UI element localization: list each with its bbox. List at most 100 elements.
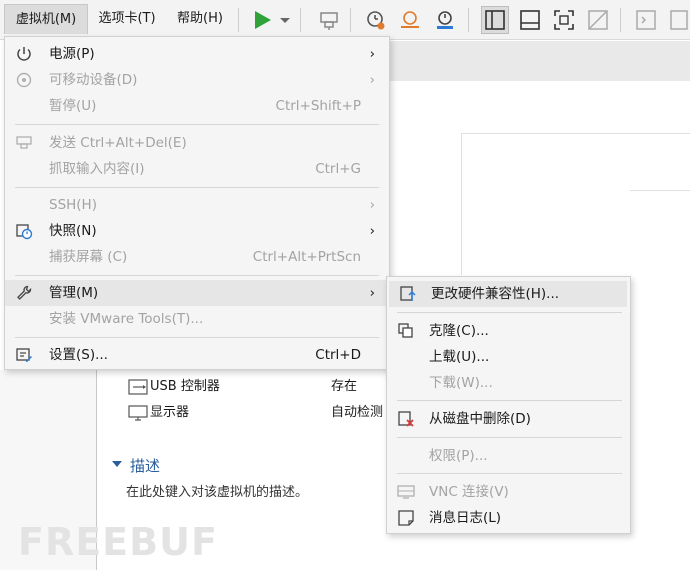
menu-item-label: 设置(S)... <box>49 347 108 363</box>
menu-item-label: 下载(W)... <box>429 375 493 391</box>
menu-item-manage[interactable]: 管理(M) › <box>5 280 389 306</box>
panel-divider <box>461 133 462 275</box>
menu-separator <box>397 312 622 313</box>
menu-item-label: 上载(U)... <box>429 349 490 365</box>
menu-item-label: 发送 Ctrl+Alt+Del(E) <box>49 135 187 151</box>
dropdown-arrow-icon[interactable] <box>278 8 292 32</box>
fullscreen-icon[interactable] <box>552 8 576 32</box>
settings-icon <box>16 348 32 362</box>
menu-item-shortcut: Ctrl+D <box>315 347 361 363</box>
submenu-arrow-icon: › <box>369 46 375 62</box>
send-keys-icon[interactable] <box>317 8 341 32</box>
toolbar-separator <box>350 8 351 32</box>
collapse-arrow-icon[interactable] <box>112 461 122 467</box>
wrench-icon <box>17 285 32 300</box>
watermark: FREEBUF <box>18 520 218 564</box>
menu-item-capture-screen[interactable]: 捕获屏幕 (C) Ctrl+Alt+PrtScn <box>5 244 389 270</box>
tab-strip <box>388 41 690 81</box>
revert-snapshot-icon[interactable] <box>398 8 422 32</box>
menu-item-label: 管理(M) <box>49 285 99 301</box>
toolbar-separator <box>620 8 621 32</box>
menu-item-shortcut: Ctrl+Shift+P <box>275 98 361 114</box>
vm-menu: 电源(P) › 可移动设备(D) › 暂停(U) Ctrl+Shift+P 发送… <box>4 36 390 370</box>
menu-item-label: 更改硬件兼容性(H)... <box>431 286 560 302</box>
menu-separator <box>15 124 379 125</box>
menu-item-send-ctrl-alt-del[interactable]: 发送 Ctrl+Alt+Del(E) <box>5 130 389 156</box>
menu-item-removable-devices[interactable]: 可移动设备(D) › <box>5 67 389 93</box>
menu-item-label: 权限(P)... <box>429 448 488 464</box>
menu-separator <box>397 400 622 401</box>
menu-item-power[interactable]: 电源(P) › <box>5 41 389 67</box>
menu-separator <box>15 337 379 338</box>
panel-divider <box>630 190 690 191</box>
menu-item-label: 可移动设备(D) <box>49 72 138 88</box>
description-placeholder[interactable]: 在此处键入对该虚拟机的描述。 <box>126 481 308 500</box>
menu-item-upload[interactable]: 上载(U)... <box>387 344 630 370</box>
menu-item-label: SSH(H) <box>49 197 97 213</box>
menu-tabs[interactable]: 选项卡(T) <box>91 4 163 34</box>
snapshot-icon[interactable] <box>363 8 387 32</box>
menu-separator <box>397 437 622 438</box>
monitor-icon <box>128 405 148 421</box>
menu-item-label: 暂停(U) <box>49 98 97 114</box>
description-title[interactable]: 描述 <box>130 455 160 476</box>
menu-item-label: 安装 VMware Tools(T)... <box>49 311 204 327</box>
menu-item-permissions[interactable]: 权限(P)... <box>387 443 630 469</box>
message-log-icon <box>398 510 414 526</box>
menu-item-label: 消息日志(L) <box>429 510 502 526</box>
menu-item-label: 电源(P) <box>49 46 95 62</box>
menu-vm[interactable]: 虚拟机(M) <box>4 4 88 34</box>
menu-separator <box>15 187 379 188</box>
panel-divider <box>461 133 690 134</box>
menu-item-ssh[interactable]: SSH(H) › <box>5 192 389 218</box>
thumbnail-icon[interactable] <box>668 8 690 32</box>
hardware-name: USB 控制器 <box>150 379 220 394</box>
send-keys-icon <box>16 136 32 149</box>
usb-icon <box>128 379 148 395</box>
menu-item-message-log[interactable]: 消息日志(L) <box>387 505 630 531</box>
hardware-value: 自动检测 <box>331 405 384 420</box>
hardware-compat-icon <box>400 286 416 301</box>
snapshot-icon <box>16 224 33 240</box>
menu-separator <box>15 275 379 276</box>
clone-icon <box>398 323 413 338</box>
manage-submenu: 更改硬件兼容性(H)... 克隆(C)... 上载(U)... 下载(W)...… <box>386 276 631 534</box>
menu-help[interactable]: 帮助(H) <box>169 4 231 34</box>
console-view-icon[interactable] <box>518 8 542 32</box>
manage-snapshot-icon[interactable] <box>433 8 457 32</box>
terminal-icon[interactable] <box>634 8 658 32</box>
menu-item-install-vmware-tools[interactable]: 安装 VMware Tools(T)... <box>5 306 389 332</box>
play-icon[interactable] <box>250 8 274 32</box>
submenu-arrow-icon: › <box>369 223 375 239</box>
removable-device-icon <box>16 72 32 88</box>
menu-item-shortcut: Ctrl+Alt+PrtScn <box>252 249 361 265</box>
menu-item-grab-input[interactable]: 抓取输入内容(I) Ctrl+G <box>5 156 389 182</box>
menu-item-clone[interactable]: 克隆(C)... <box>387 318 630 344</box>
menu-item-shortcut: Ctrl+G <box>315 161 361 177</box>
menu-item-delete-from-disk[interactable]: 从磁盘中删除(D) <box>387 406 630 432</box>
menu-separator <box>397 473 622 474</box>
hardware-value: 存在 <box>331 379 358 394</box>
submenu-arrow-icon: › <box>369 72 375 88</box>
hardware-name: 显示器 <box>150 405 190 420</box>
toolbar-separator <box>238 8 239 32</box>
toolbar-separator <box>300 8 301 32</box>
menu-item-change-hardware-compat[interactable]: 更改硬件兼容性(H)... <box>389 281 627 307</box>
menu-item-pause[interactable]: 暂停(U) Ctrl+Shift+P <box>5 93 389 119</box>
vnc-icon <box>397 485 415 499</box>
menu-item-label: 克隆(C)... <box>429 323 489 339</box>
menu-item-label: 快照(N) <box>49 223 97 239</box>
sidebar-view-icon[interactable] <box>481 6 509 34</box>
menu-item-label: 抓取输入内容(I) <box>49 161 145 177</box>
submenu-arrow-icon: › <box>369 197 375 213</box>
toolbar: 虚拟机(M) 选项卡(T) 帮助(H) <box>0 0 690 40</box>
menu-item-label: 捕获屏幕 (C) <box>49 249 128 265</box>
menu-item-vnc-connection[interactable]: VNC 连接(V) <box>387 479 630 505</box>
power-icon <box>17 47 31 61</box>
submenu-arrow-icon: › <box>369 285 375 301</box>
menu-item-download[interactable]: 下载(W)... <box>387 370 630 396</box>
menu-item-label: VNC 连接(V) <box>429 484 509 500</box>
menu-item-settings[interactable]: 设置(S)... Ctrl+D <box>5 342 389 368</box>
menu-item-snapshot[interactable]: 快照(N) › <box>5 218 389 244</box>
unity-icon[interactable] <box>586 8 610 32</box>
